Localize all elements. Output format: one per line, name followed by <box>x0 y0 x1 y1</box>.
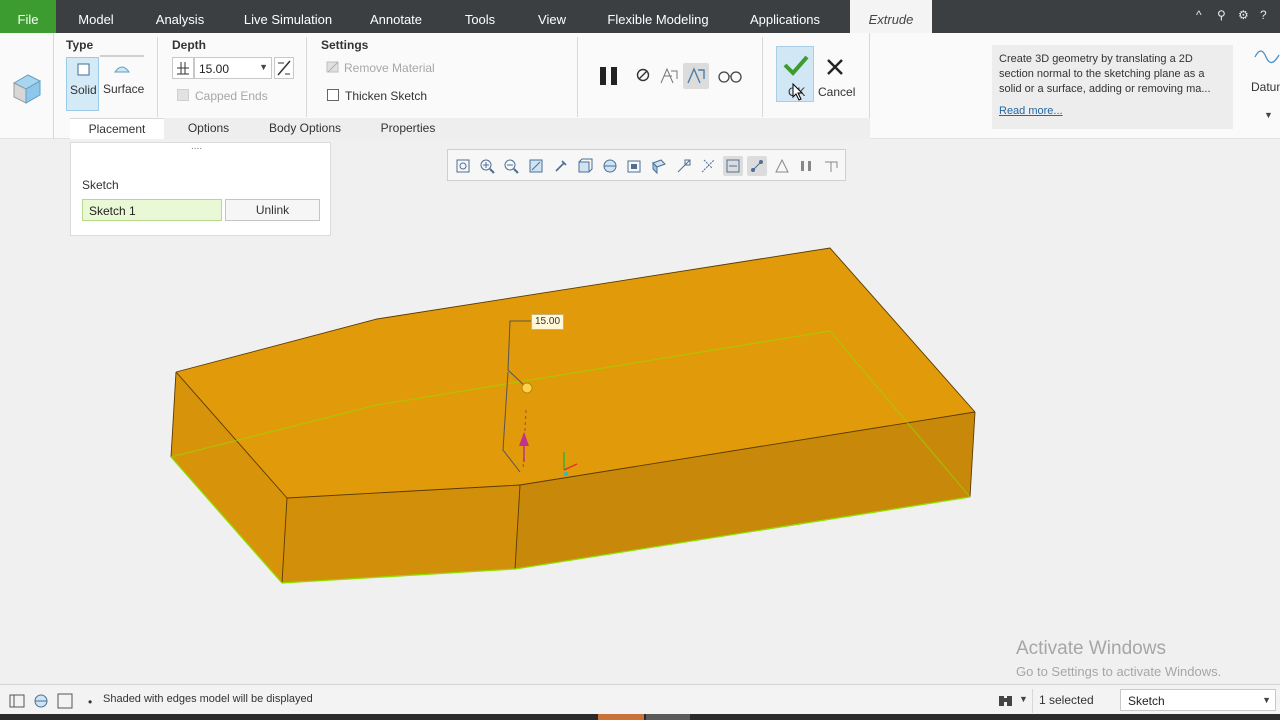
model-front-face-left[interactable] <box>282 485 520 583</box>
zoom-in-icon[interactable] <box>477 156 497 176</box>
status-bullet: • <box>88 695 93 709</box>
perspective-icon[interactable] <box>649 156 669 176</box>
repaint-icon[interactable] <box>526 156 546 176</box>
sketch-display-icon[interactable] <box>747 156 767 176</box>
browser-toggle-icon[interactable] <box>32 692 50 710</box>
sketch-section-label: Sketch <box>82 178 119 192</box>
activation-watermark-title: Activate Windows <box>1016 638 1166 659</box>
zoom-out-icon[interactable] <box>501 156 521 176</box>
graphics-toolbar <box>447 149 846 181</box>
toolbar-pause-icon[interactable] <box>796 156 816 176</box>
activation-watermark-subtitle: Go to Settings to activate Windows. <box>1016 664 1222 679</box>
depth-dimension-label[interactable]: 15.00 <box>531 314 564 330</box>
pan-icon[interactable] <box>551 156 571 176</box>
selection-filter-value: Sketch <box>1128 694 1165 708</box>
sketch-collector-value: Sketch 1 <box>89 204 136 218</box>
datum-display-icon[interactable] <box>674 156 694 176</box>
depth-drag-handle[interactable] <box>521 382 533 394</box>
status-message: Shaded with edges model will be displaye… <box>103 693 313 705</box>
find-icon[interactable] <box>996 692 1016 710</box>
unlink-button[interactable]: Unlink <box>225 199 320 221</box>
taskbar-strip <box>0 714 1280 720</box>
placement-panel: .... Sketch Sketch 1 Unlink <box>70 141 331 236</box>
model-tree-toggle-icon[interactable] <box>8 692 26 710</box>
sketch-collector[interactable]: Sketch 1 <box>82 199 222 221</box>
shading-icon[interactable] <box>772 156 792 176</box>
selection-filter-dropdown[interactable]: Sketch ▼ <box>1120 689 1276 711</box>
chevron-down-icon[interactable]: ▼ <box>1262 695 1271 705</box>
extruded-model[interactable] <box>0 0 1280 720</box>
annotation-display-icon[interactable] <box>698 156 718 176</box>
view-manager-icon[interactable] <box>624 156 644 176</box>
view-normal-icon[interactable] <box>821 156 841 176</box>
display-style-icon[interactable] <box>575 156 595 176</box>
selected-count[interactable]: 1 selected <box>1039 693 1094 707</box>
panel-drag-handle[interactable]: .... <box>191 141 202 152</box>
fullscreen-icon[interactable] <box>56 692 74 710</box>
saved-orientations-icon[interactable] <box>600 156 620 176</box>
refit-icon[interactable] <box>453 156 473 176</box>
find-dropdown-icon[interactable]: ▼ <box>1019 694 1028 704</box>
spin-center-icon[interactable] <box>723 156 743 176</box>
